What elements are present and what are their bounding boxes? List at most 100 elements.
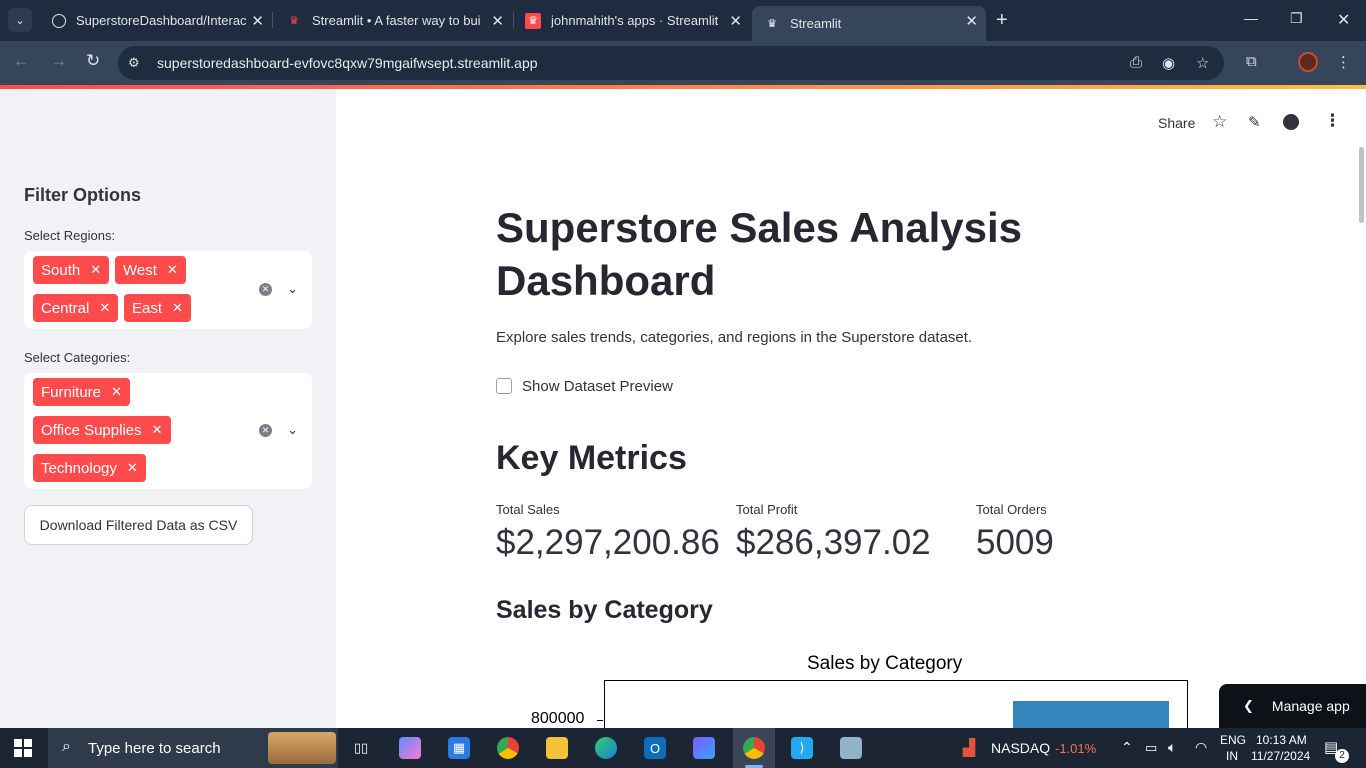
intro-text: Explore sales trends, categories, and re…	[496, 329, 973, 346]
y-tick-mark	[597, 720, 603, 721]
star-icon[interactable]: ☆	[1212, 112, 1227, 132]
new-tab-icon[interactable]: +	[996, 9, 1008, 32]
minimize-icon[interactable]: —	[1244, 10, 1258, 26]
search-icon: ⌕	[62, 738, 71, 755]
task-view-icon[interactable]: ▯▯	[350, 737, 372, 759]
categories-multiselect[interactable]: Furniture ✕ Office Supplies ✕ Technology ✕ …	[24, 373, 312, 489]
close-icon[interactable]: ✕	[491, 12, 504, 30]
chevron-down-icon[interactable]: ⌄	[287, 281, 298, 297]
close-icon[interactable]: ✕	[965, 12, 978, 30]
extensions-icon[interactable]: ⧉	[1246, 53, 1257, 70]
download-csv-button[interactable]: Download Filtered Data as CSV	[24, 505, 253, 545]
remove-chip-icon[interactable]: ✕	[99, 300, 110, 316]
edit-pencil-icon[interactable]: ✎	[1248, 113, 1261, 131]
chip-central: Central ✕	[33, 294, 119, 322]
bookmark-star-icon[interactable]: ☆	[1196, 54, 1209, 72]
chip-east: East ✕	[124, 294, 191, 322]
preview-checkbox[interactable]	[496, 378, 512, 394]
tab-streamlit-home[interactable]: ♛ Streamlit • A faster way to build ✕	[274, 6, 512, 35]
outlook-icon[interactable]: O	[644, 737, 666, 759]
tab-streamlit-active[interactable]: ♛ Streamlit ✕	[752, 6, 986, 41]
chrome-active-icon[interactable]	[743, 737, 765, 759]
reload-icon[interactable]: ↻	[86, 51, 100, 71]
clear-all-icon[interactable]: ✕	[259, 424, 272, 437]
chip-west: West ✕	[115, 256, 186, 284]
restore-icon[interactable]: ❐	[1290, 10, 1303, 27]
close-icon[interactable]: ✕	[251, 12, 264, 30]
file-explorer-icon[interactable]	[546, 737, 568, 759]
metric-label-profit: Total Profit	[736, 502, 798, 517]
close-icon[interactable]: ✕	[729, 12, 742, 30]
browser-menu-icon[interactable]: ⋮	[1336, 53, 1351, 71]
sidebar-title: Filter Options	[24, 185, 141, 205]
remove-chip-icon[interactable]: ✕	[127, 460, 138, 476]
app-icon-2[interactable]	[840, 737, 862, 759]
lang-line2[interactable]: IN	[1226, 749, 1238, 763]
tab-title: Streamlit • A faster way to build	[312, 13, 480, 28]
remove-chip-icon[interactable]: ✕	[152, 422, 163, 438]
metric-value-profit: $286,397.02	[736, 523, 931, 562]
app-icon[interactable]	[693, 737, 715, 759]
chart-title: Sales by Category	[807, 653, 963, 674]
browser-toolbar: ← → ↻ ⚙ superstoredashboard-evfovc8qxw79…	[0, 41, 1366, 85]
copilot-icon[interactable]	[399, 737, 421, 759]
battery-icon[interactable]: ▭	[1145, 740, 1157, 756]
share-button[interactable]: Share	[1158, 115, 1195, 131]
chip-furniture: Furniture ✕	[33, 378, 130, 406]
metric-value-orders: 5009	[976, 523, 1054, 562]
chip-south: South ✕	[33, 256, 110, 284]
scrollbar[interactable]	[1359, 147, 1364, 223]
back-icon[interactable]: ←	[13, 51, 30, 71]
chevron-down-icon[interactable]: ⌄	[287, 422, 298, 438]
forward-icon[interactable]: →	[50, 51, 67, 71]
close-window-icon[interactable]: ✕	[1337, 10, 1350, 30]
tab-github[interactable]: SuperstoreDashboard/Interactiv ✕	[40, 6, 272, 35]
tab-search-button[interactable]: ⌄	[8, 8, 32, 32]
remove-chip-icon[interactable]: ✕	[172, 300, 183, 316]
url-text[interactable]: superstoredashboard-evfovc8qxw79mgaifwse…	[157, 55, 538, 71]
clock-date[interactable]: 11/27/2024	[1251, 749, 1310, 763]
search-placeholder: Type here to search	[88, 740, 221, 757]
clock-time[interactable]: 10:13 AM	[1256, 733, 1307, 747]
store-icon[interactable]: ▦	[448, 737, 470, 759]
tab-streamlit-apps[interactable]: ♛ johnmahith's apps · Streamlit ✕	[513, 6, 750, 35]
profile-avatar[interactable]	[1298, 52, 1318, 72]
streamlit-icon: ♛	[525, 12, 541, 29]
metric-label-orders: Total Orders	[976, 502, 1047, 517]
stock-change: -1.01%	[1055, 741, 1097, 756]
eye-off-icon[interactable]: ◉	[1162, 54, 1175, 72]
lang-line1[interactable]: ENG	[1220, 733, 1246, 747]
manage-app-label: Manage app	[1271, 698, 1350, 714]
chrome-icon[interactable]	[497, 737, 519, 759]
sales-by-category-heading: Sales by Category	[496, 596, 713, 624]
github-icon[interactable]	[1283, 114, 1299, 130]
app-menu-icon[interactable]: ⋮	[1324, 111, 1341, 131]
wifi-icon[interactable]: ◠	[1195, 739, 1207, 756]
windows-start-icon[interactable]	[14, 739, 32, 757]
streamlit-icon: ♛	[767, 18, 777, 30]
tray-chevron-up-icon[interactable]: ⌃	[1121, 739, 1133, 756]
preview-checkbox-label[interactable]: Show Dataset Preview	[522, 378, 673, 395]
vscode-icon[interactable]: ⟩	[791, 737, 813, 759]
manage-app-button[interactable]: ❮ Manage app	[1219, 684, 1366, 728]
site-info-icon[interactable]: ⚙	[128, 55, 140, 71]
main-content: Share ☆ ✎ ⋮ Superstore Sales Analysis Da…	[336, 89, 1366, 728]
volume-icon[interactable]: 🔈︎	[1168, 739, 1176, 756]
tab-title: Streamlit	[790, 16, 842, 31]
browser-tab-bar: ⌄ SuperstoreDashboard/Interactiv ✕ ♛ Str…	[0, 0, 1366, 41]
github-icon	[52, 13, 66, 28]
address-bar[interactable]: ⚙ superstoredashboard-evfovc8qxw79mgaifw…	[118, 46, 1224, 80]
categories-label: Select Categories:	[24, 350, 131, 365]
remove-chip-icon[interactable]: ✕	[111, 384, 122, 400]
metric-value-sales: $2,297,200.86	[496, 523, 720, 562]
remove-chip-icon[interactable]: ✕	[167, 262, 178, 278]
clear-all-icon[interactable]: ✕	[259, 283, 272, 296]
stock-chart-icon: ▟	[962, 740, 976, 757]
edge-icon[interactable]	[595, 737, 617, 759]
install-app-icon[interactable]: ⎙	[1130, 54, 1142, 71]
remove-chip-icon[interactable]: ✕	[90, 262, 101, 278]
stock-name[interactable]: NASDAQ	[991, 740, 1050, 756]
chart-bar	[1013, 701, 1169, 728]
regions-multiselect[interactable]: South ✕ West ✕ Central ✕ East ✕ ✕ ⌄	[24, 251, 312, 329]
taskbar-search[interactable]: ⌕ Type here to search	[48, 728, 338, 768]
